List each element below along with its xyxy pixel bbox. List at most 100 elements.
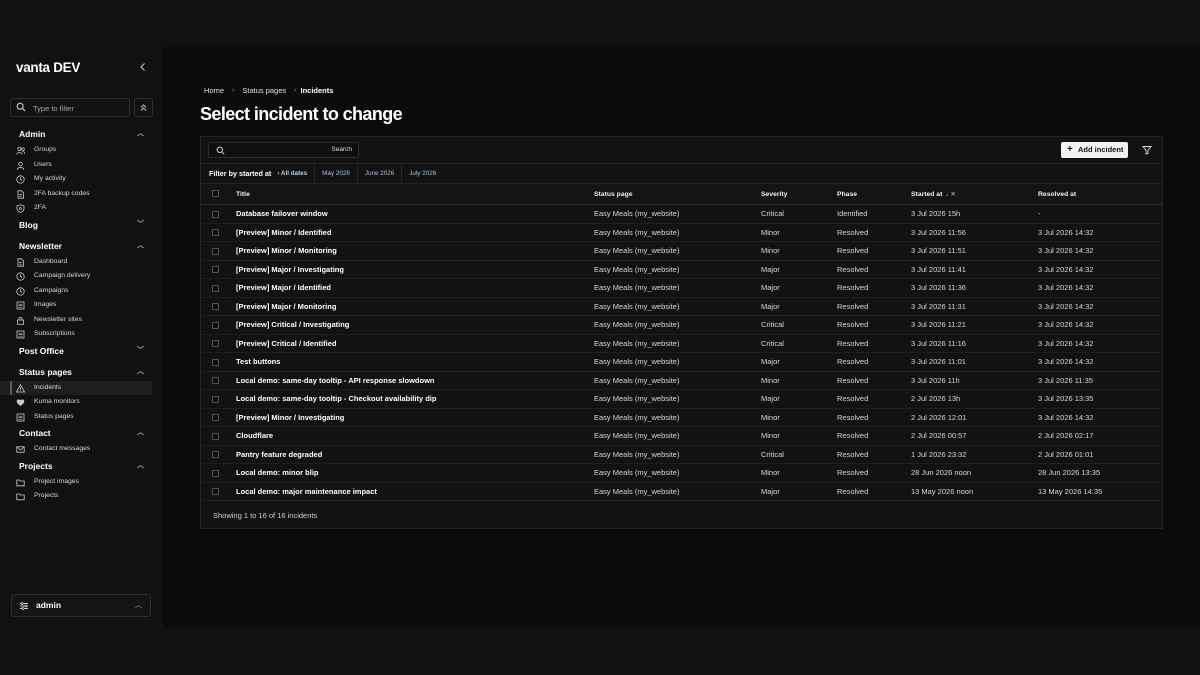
sidebar-item-subscriptions[interactable]: Subscriptions	[0, 327, 162, 342]
cell-title[interactable]: [Preview] Critical / Identified	[236, 334, 594, 353]
cell-title[interactable]: [Preview] Major / Identified	[236, 279, 594, 298]
cell-title[interactable]: [Preview] Major / Investigating	[236, 260, 594, 279]
sidebar-section-post-office[interactable]: Post Office ﹀	[0, 342, 162, 360]
cell-title[interactable]: [Preview] Major / Monitoring	[236, 297, 594, 316]
sidebar-item-2fa-backup-codes[interactable]: 2FA backup codes	[0, 187, 162, 202]
user-menu[interactable]: admin ︿	[11, 594, 151, 617]
sidebar-item-project-images[interactable]: Project images	[0, 475, 162, 490]
sidebar-item-users[interactable]: Users	[0, 158, 162, 173]
sidebar-item-kuma-monitors[interactable]: Kuma monitors	[0, 395, 162, 410]
cell-title[interactable]: [Preview] Critical / Investigating	[236, 316, 594, 335]
add-incident-button[interactable]: + Add incident	[1061, 142, 1128, 158]
row-checkbox[interactable]	[212, 432, 219, 440]
breadcrumb-home[interactable]: Home	[204, 86, 224, 95]
sidebar-item-campaign-delivery[interactable]: Campaign delivery	[0, 269, 162, 284]
row-checkbox[interactable]	[212, 414, 219, 422]
sidebar-item-incidents[interactable]: Incidents	[0, 380, 152, 395]
cell-resolved-at: 3 Jul 2026 13:35	[1038, 394, 1094, 404]
row-checkbox[interactable]	[212, 266, 219, 274]
cell-title[interactable]: Test buttons	[236, 353, 594, 372]
incidents-table: Title Status page Severity Phase Started…	[201, 183, 1162, 501]
sidebar-filter-input[interactable]	[33, 101, 125, 115]
sidebar-item-status-pages[interactable]: Status pages	[0, 410, 162, 425]
cell-started-at: 3 Jul 2026 11:36	[911, 283, 966, 293]
cell-phase: Resolved	[837, 264, 869, 274]
cell-title[interactable]: Pantry feature degraded	[236, 445, 594, 464]
column-title[interactable]: Title	[236, 184, 594, 205]
sidebar-item-dashboard[interactable]: Dashboard	[0, 255, 162, 270]
sidebar-section-admin[interactable]: Admin ︿	[0, 125, 162, 143]
sidebar-item-newsletter-sites[interactable]: Newsletter sites	[0, 313, 162, 328]
table-row: Database failover window Easy Meals (my_w…	[201, 205, 1162, 224]
chevron-up-icon: ︿	[137, 429, 144, 436]
cell-phase: Resolved	[837, 431, 869, 441]
breadcrumb-section[interactable]: Status pages	[242, 86, 286, 95]
column-resolved-at[interactable]: Resolved at	[1038, 184, 1162, 205]
search-input[interactable]	[231, 145, 326, 156]
sidebar-item-contact-messages[interactable]: Contact messages	[0, 442, 162, 457]
cell-title[interactable]: [Preview] Minor / Identified	[236, 223, 594, 242]
row-checkbox[interactable]	[212, 469, 219, 477]
brand-logo[interactable]: vanta DEV	[16, 60, 80, 75]
cell-resolved-at: 3 Jul 2026 14:32	[1038, 283, 1094, 293]
sidebar-item-my-activity[interactable]: My activity	[0, 172, 162, 187]
document-icon	[17, 257, 24, 267]
sort-descending-icon[interactable]: ↓ ✕	[945, 191, 956, 198]
collapse-sidebar-button[interactable]	[137, 61, 149, 73]
chevron-down-icon: ﹀	[137, 220, 144, 228]
filter-icon[interactable]	[1142, 145, 1152, 155]
sidebar-item-2fa[interactable]: 2FA	[0, 201, 162, 216]
cell-title[interactable]: Cloudflare	[236, 427, 594, 446]
cell-status-page: Easy Meals (my_website)	[594, 209, 680, 219]
row-checkbox[interactable]	[212, 210, 219, 218]
cell-title[interactable]: Local demo: same-day tooltip - Checkout …	[236, 390, 594, 409]
sliders-icon	[20, 602, 28, 610]
sidebar-section-projects[interactable]: Projects ︿	[0, 457, 162, 475]
column-started-at[interactable]: Started at ↓ ✕	[911, 184, 1038, 205]
cell-title[interactable]: [Preview] Minor / Investigating	[236, 408, 594, 427]
toggle-sections-button[interactable]	[134, 98, 153, 117]
row-checkbox[interactable]	[212, 284, 219, 292]
sidebar-item-campaigns[interactable]: Campaigns	[0, 284, 162, 299]
main-content: Home › Status pages › Incidents Select i…	[163, 47, 1200, 627]
filter-chip-all-dates[interactable]: ‹ All dates	[277, 164, 314, 184]
cell-title[interactable]: Local demo: same-day tooltip - API respo…	[236, 371, 594, 390]
cell-title[interactable]: Database failover window	[236, 205, 594, 224]
row-checkbox[interactable]	[212, 321, 219, 329]
sidebar-section-blog[interactable]: Blog ﹀	[0, 216, 162, 234]
row-checkbox[interactable]	[212, 358, 219, 366]
select-all-checkbox[interactable]	[212, 190, 219, 198]
search-button[interactable]: Search	[331, 146, 352, 153]
row-checkbox[interactable]	[212, 488, 219, 496]
row-checkbox[interactable]	[212, 451, 219, 459]
cell-phase: Resolved	[837, 412, 869, 422]
row-checkbox[interactable]	[212, 377, 219, 385]
cell-title[interactable]: Local demo: minor blip	[236, 464, 594, 483]
row-select-cell	[201, 390, 236, 409]
chevron-up-icon: ︿	[137, 461, 144, 469]
cell-title[interactable]: Local demo: major maintenance impact	[236, 482, 594, 501]
row-checkbox[interactable]	[212, 395, 219, 403]
shield-icon	[16, 204, 25, 213]
filter-chip-july-2026[interactable]: July 2026	[401, 163, 443, 184]
filter-chip-june-2026[interactable]: June 2026	[356, 163, 401, 184]
cell-resolved-at: 28 Jun 2026 13:35	[1038, 468, 1101, 478]
column-status-page[interactable]: Status page	[594, 184, 761, 205]
filter-chip-may-2026[interactable]: May 2026	[314, 163, 357, 184]
sidebar-item-groups[interactable]: Groups	[0, 143, 162, 158]
cell-title[interactable]: [Preview] Minor / Monitoring	[236, 242, 594, 261]
row-checkbox[interactable]	[212, 303, 219, 311]
sidebar-section-contact[interactable]: Contact ︿	[0, 424, 162, 442]
sidebar-section-newsletter[interactable]: Newsletter ︿	[0, 237, 162, 255]
folder-icon	[16, 493, 25, 501]
row-checkbox[interactable]	[212, 247, 219, 255]
sidebar-section-status-pages[interactable]: Status pages ︿	[0, 363, 162, 381]
row-checkbox[interactable]	[212, 229, 219, 237]
cell-severity: Major	[761, 264, 780, 274]
row-checkbox[interactable]	[212, 340, 219, 348]
column-severity[interactable]: Severity	[761, 184, 837, 205]
sidebar-item-projects[interactable]: Projects	[0, 489, 162, 504]
column-phase[interactable]: Phase	[837, 184, 911, 205]
sidebar-item-label: Users	[34, 160, 52, 168]
sidebar-item-images[interactable]: Images	[0, 298, 162, 313]
